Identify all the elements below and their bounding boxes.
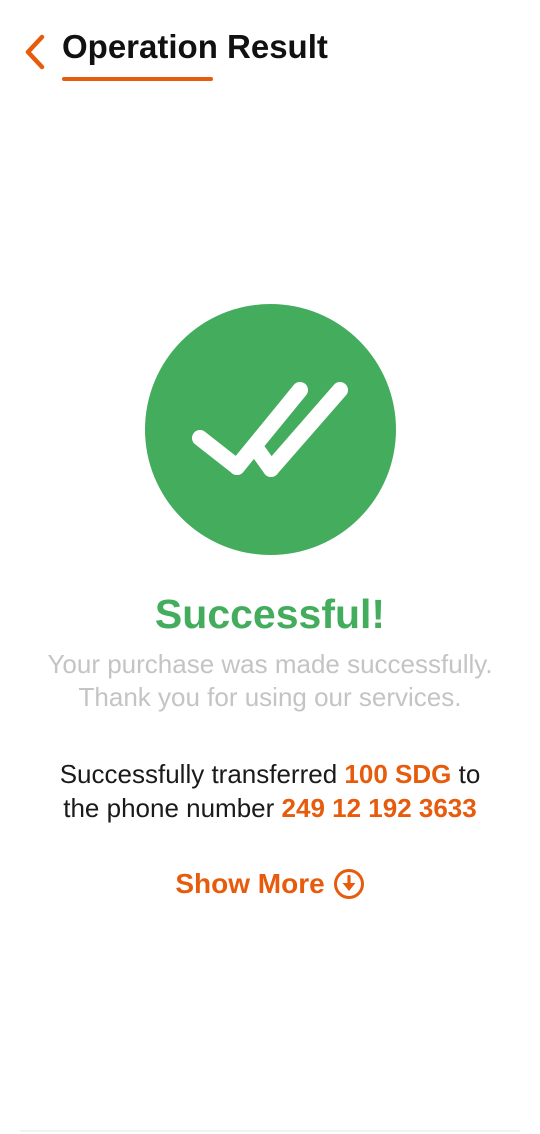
page-title: Operation Result: [62, 28, 328, 65]
back-button[interactable]: [18, 30, 52, 74]
status-message-line-2: Thank you for using our services.: [78, 682, 462, 712]
phone-number: 249 12 192 3633: [281, 793, 477, 823]
chevron-left-icon: [25, 34, 45, 70]
transfer-summary-line-1: Successfully transferred 100 SDG to: [0, 757, 540, 791]
arrow-down-circle-icon: [333, 868, 365, 900]
show-more-button[interactable]: Show More: [0, 868, 540, 900]
status-heading: Successful!: [154, 591, 386, 637]
double-check-icon: [145, 304, 396, 555]
transfer-prefix: Successfully transferred: [59, 759, 338, 789]
title-underline: [62, 77, 213, 81]
transfer-summary: Successfully transferred 100 SDG to the …: [0, 757, 540, 825]
phone-prefix: the phone number: [63, 793, 275, 823]
status-message: Your purchase was made successfully. Tha…: [0, 648, 540, 714]
app-header: Operation Result: [0, 0, 540, 100]
show-more-label: Show More: [175, 868, 325, 899]
status-message-line-1: Your purchase was made successfully.: [47, 649, 493, 679]
bottom-divider: [20, 1130, 520, 1132]
transfer-middle: to: [458, 759, 481, 789]
transfer-amount: 100 SDG: [344, 759, 452, 789]
success-status-icon: [145, 304, 396, 555]
transfer-summary-line-2: the phone number 249 12 192 3633: [0, 791, 540, 825]
